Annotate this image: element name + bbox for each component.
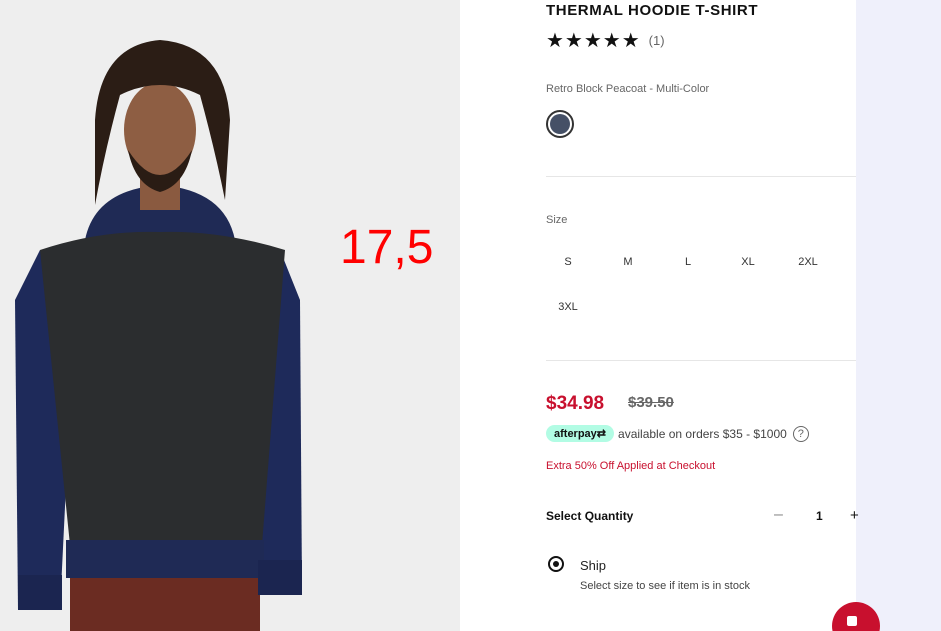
- divider: [546, 360, 856, 361]
- product-title: THERMAL HOODIE T-SHIRT: [546, 2, 759, 19]
- star-rating-icon: ★★★★★: [546, 30, 641, 52]
- ship-radio[interactable]: [548, 556, 564, 572]
- swatch-fill: [550, 114, 570, 134]
- quantity-label: Select Quantity: [546, 509, 634, 523]
- review-count[interactable]: (1): [649, 33, 665, 48]
- original-price: $39.50: [628, 394, 674, 411]
- afterpay-text: available on orders $35 - $1000: [618, 426, 787, 441]
- color-swatch[interactable]: [546, 110, 574, 138]
- annotation-label: 17,5: [340, 221, 434, 274]
- size-option-m[interactable]: M: [606, 252, 650, 272]
- radio-dot: [553, 561, 559, 567]
- rating[interactable]: ★★★★★ (1): [546, 28, 665, 53]
- afterpay-info: afterpay⇄ available on orders $35 - $100…: [546, 425, 809, 442]
- product-details: THERMAL HOODIE T-SHIRT ★★★★★ (1) Retro B…: [546, 0, 859, 631]
- ship-option-label[interactable]: Ship: [580, 558, 606, 573]
- divider: [546, 176, 856, 177]
- quantity-increase-button[interactable]: +: [850, 507, 859, 524]
- afterpay-logo: afterpay⇄: [546, 425, 615, 442]
- size-option-xl[interactable]: XL: [726, 252, 770, 272]
- ship-note: Select size to see if item is in stock: [580, 580, 750, 592]
- size-option-s[interactable]: S: [546, 252, 590, 272]
- product-page: 17,5 THERMAL HOODIE T-SHIRT ★★★★★ (1) Re…: [0, 0, 941, 631]
- size-option-l[interactable]: L: [666, 252, 710, 272]
- help-icon[interactable]: ?: [792, 425, 809, 442]
- quantity-decrease-button[interactable]: –: [774, 506, 783, 524]
- size-option-2xl[interactable]: 2XL: [786, 252, 830, 272]
- page-margin: [856, 0, 941, 631]
- promo-text: Extra 50% Off Applied at Checkout: [546, 460, 716, 472]
- color-name: Retro Block Peacoat - Multi-Color: [546, 83, 710, 95]
- product-image[interactable]: 17,5: [0, 0, 460, 631]
- size-label: Size: [546, 214, 568, 226]
- size-option-3xl[interactable]: 3XL: [546, 297, 590, 317]
- model-photo: [0, 0, 460, 631]
- sale-price: $34.98: [546, 393, 605, 414]
- quantity-value[interactable]: 1: [816, 509, 823, 523]
